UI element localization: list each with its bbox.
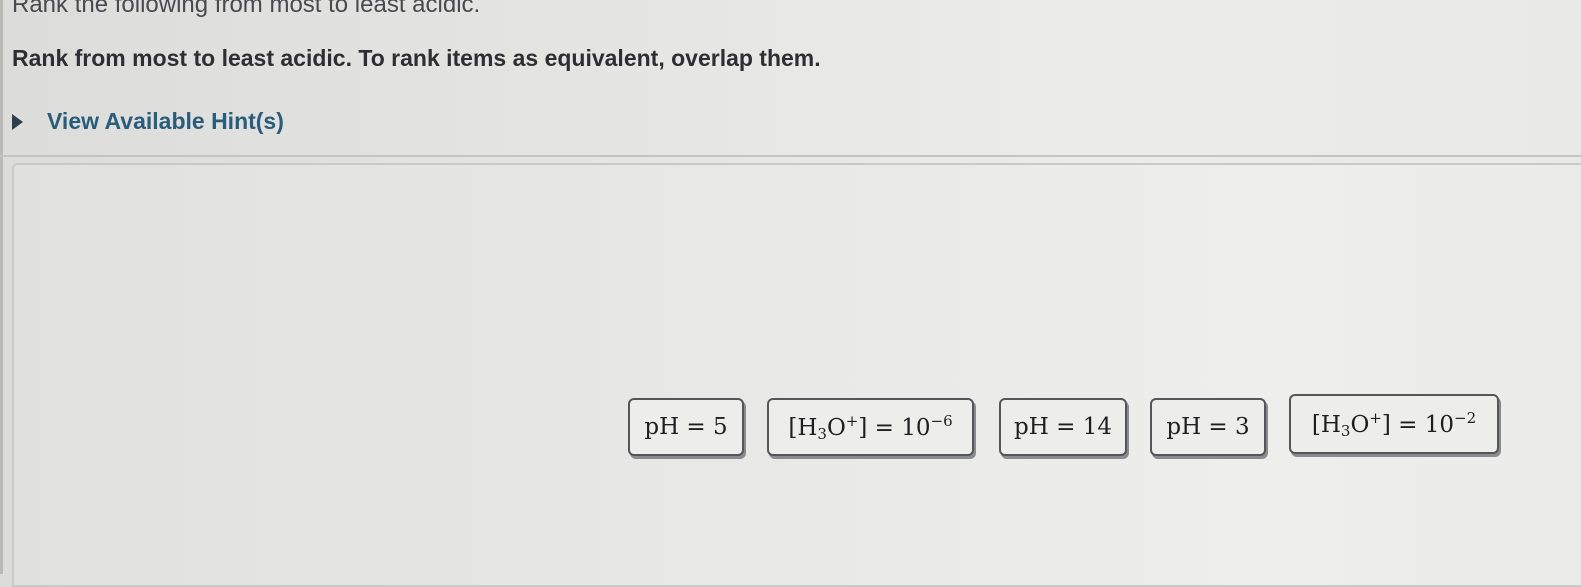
question-title: Rank the following from most to least ac… — [12, 0, 481, 18]
rank-item-text: pH = 14 — [1014, 414, 1112, 440]
caret-right-icon — [12, 113, 23, 130]
rank-item-text: [H3O+] = 10−2 — [1311, 408, 1477, 440]
ranking-drop-area[interactable] — [12, 163, 1581, 587]
view-hints-toggle[interactable]: View Available Hint(s) — [12, 108, 284, 135]
rank-item-ph-14[interactable]: pH = 14 — [999, 398, 1127, 456]
rank-item-text: pH = 3 — [1166, 414, 1250, 440]
page-left-edge — [0, 0, 3, 574]
rank-item-text: pH = 5 — [644, 414, 728, 440]
rank-item-h3o-1e-6[interactable]: [H3O+] = 10−6 — [767, 398, 974, 456]
rank-item-h3o-1e-2[interactable]: [H3O+] = 10−2 — [1289, 394, 1499, 454]
rank-item-ph-3[interactable]: pH = 3 — [1150, 398, 1266, 456]
view-hints-label: View Available Hint(s) — [47, 108, 284, 134]
section-divider — [0, 155, 1581, 157]
rank-item-text: [H3O+] = 10−6 — [788, 411, 953, 443]
instructions-text: Rank from most to least acidic. To rank … — [12, 45, 821, 71]
rank-item-ph-5[interactable]: pH = 5 — [628, 398, 744, 456]
